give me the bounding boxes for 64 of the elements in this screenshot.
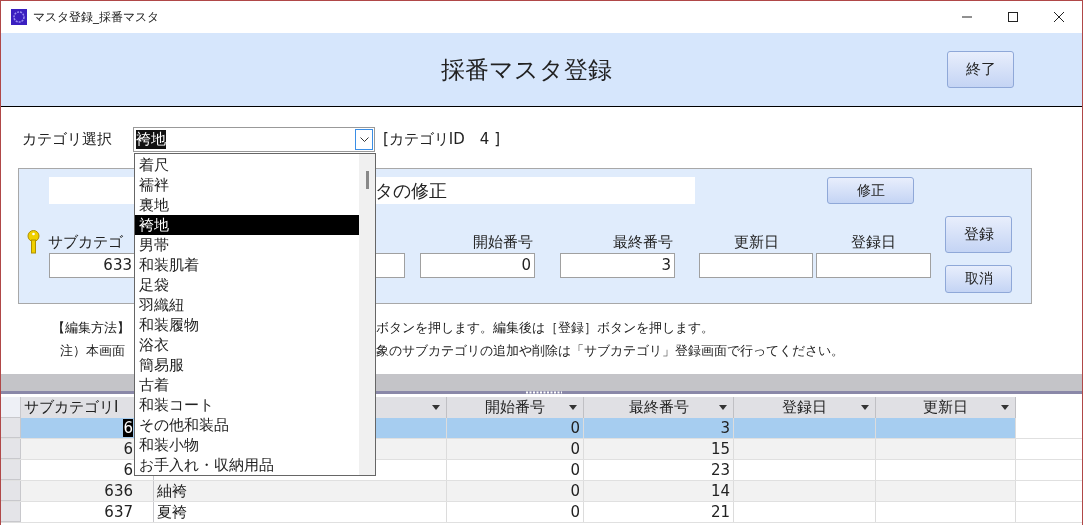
scrollbar[interactable] bbox=[359, 154, 375, 475]
dropdown-item[interactable]: 袴地 bbox=[135, 215, 359, 235]
dropdown-item[interactable]: 着尺 bbox=[135, 155, 359, 175]
category-combo-box[interactable]: 袴地 bbox=[133, 127, 375, 152]
table-cell: 14 bbox=[584, 481, 734, 501]
dropdown-item[interactable]: 浴衣 bbox=[135, 335, 359, 355]
dropdown-arrow-icon[interactable] bbox=[1001, 405, 1009, 410]
table-cell: 636 bbox=[21, 481, 154, 501]
cancel-button[interactable]: 取消 bbox=[945, 265, 1012, 293]
chevron-down-icon bbox=[359, 136, 369, 143]
dropdown-arrow-icon[interactable] bbox=[569, 405, 577, 410]
input-field[interactable] bbox=[699, 253, 813, 278]
field-label: 最終番号 bbox=[613, 232, 673, 252]
table-cell: 0 bbox=[447, 439, 584, 459]
column-header[interactable]: 登録日 bbox=[734, 397, 876, 418]
column-header[interactable]: 最終番号 bbox=[584, 397, 734, 418]
table-cell: 3 bbox=[584, 418, 734, 438]
table-cell: 637 bbox=[21, 502, 154, 522]
category-id-label: [カテゴリID 4 ] bbox=[383, 130, 500, 149]
table-cell: 15 bbox=[584, 439, 734, 459]
field-label: 更新日 bbox=[733, 232, 779, 252]
table-cell: 0 bbox=[447, 460, 584, 480]
column-header[interactable]: 開始番号 bbox=[447, 397, 584, 418]
note-text: 注）本画面 bbox=[60, 342, 125, 358]
grip-icon[interactable] bbox=[526, 391, 562, 394]
category-label: カテゴリ選択 bbox=[22, 130, 113, 149]
table-cell: 紬袴 bbox=[154, 481, 447, 501]
exit-button[interactable]: 終了 bbox=[947, 51, 1014, 88]
input-field[interactable]: 633 bbox=[49, 253, 136, 278]
input-field[interactable]: 0 bbox=[420, 253, 535, 278]
table-cell: 0 bbox=[447, 418, 584, 438]
note-text: 【編集方法】 bbox=[52, 319, 130, 335]
field-label: 登録日 bbox=[851, 232, 896, 252]
maximize-icon[interactable] bbox=[1008, 12, 1018, 22]
table-cell: 夏袴 bbox=[154, 502, 447, 522]
app-icon bbox=[11, 9, 27, 25]
field-label: サブカテゴ bbox=[48, 232, 123, 252]
window-title: マスタ登録_採番マスタ bbox=[33, 8, 160, 26]
dropdown-item[interactable]: 簡易服 bbox=[135, 355, 359, 375]
note-text: 象のサブカテゴリの追加や削除は「サブカテゴリ」登録画面で行ってください。 bbox=[376, 341, 845, 360]
table-cell: 0 bbox=[447, 481, 584, 501]
dropdown-item[interactable]: 羽織紐 bbox=[135, 295, 359, 315]
table-cell: 23 bbox=[584, 460, 734, 480]
table-cell: 21 bbox=[584, 502, 734, 522]
register-button[interactable]: 登録 bbox=[945, 216, 1012, 253]
dropdown-item[interactable]: 和装履物 bbox=[135, 315, 359, 335]
dropdown-arrow-icon[interactable] bbox=[719, 405, 727, 410]
note-text: ボタンを押します。編集後は［登録］ボタンを押します。 bbox=[376, 318, 715, 337]
field-label: 開始番号 bbox=[473, 232, 533, 252]
input-field[interactable]: 3 bbox=[560, 253, 675, 278]
column-header[interactable]: 更新日 bbox=[876, 397, 1016, 418]
close-icon[interactable] bbox=[1054, 12, 1064, 22]
key-icon bbox=[25, 230, 42, 254]
dropdown-item[interactable]: 足袋 bbox=[135, 275, 359, 295]
input-field[interactable] bbox=[816, 253, 931, 278]
table-cell: 0 bbox=[447, 502, 584, 522]
dropdown-item[interactable]: 男帯 bbox=[135, 235, 359, 255]
dropdown-arrow-icon[interactable] bbox=[432, 405, 440, 410]
form-title: 採番マスタ登録 bbox=[441, 54, 613, 86]
dropdown-item[interactable]: 和装肌着 bbox=[135, 255, 359, 275]
dropdown-item[interactable]: 襦袢 bbox=[135, 175, 359, 195]
dropdown-item[interactable]: 古着 bbox=[135, 375, 359, 395]
dropdown-arrow-icon[interactable] bbox=[861, 405, 869, 410]
edit-button[interactable]: 修正 bbox=[827, 177, 914, 204]
